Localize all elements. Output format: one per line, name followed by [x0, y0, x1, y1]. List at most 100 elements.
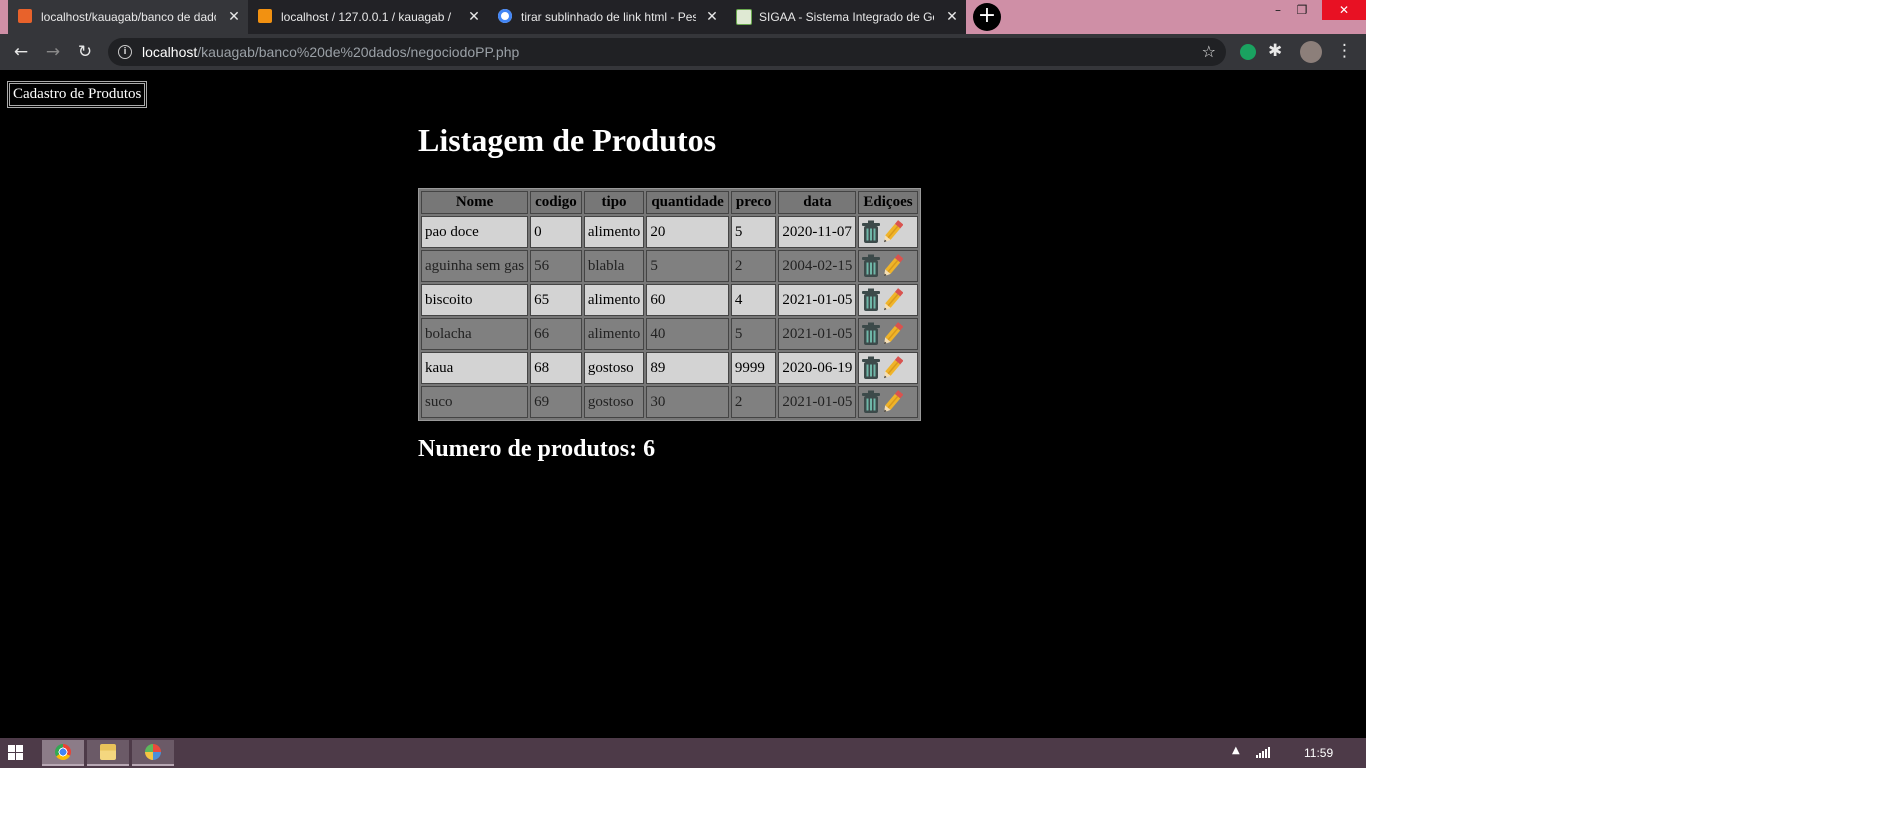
page-title: Listagem de Produtos — [418, 122, 717, 158]
trash-icon[interactable] — [861, 220, 881, 244]
cell-quantidade: 20 — [646, 216, 729, 248]
table-row: biscoito 65 alimento 60 4 2021-01-05 — [421, 284, 918, 316]
windows-start-icon[interactable] — [8, 745, 24, 761]
trash-icon[interactable] — [861, 322, 881, 346]
cell-preco: 5 — [730, 318, 777, 350]
address-bar[interactable]: i localhost/kauagab/banco%20de%20dados/n… — [108, 38, 1226, 66]
close-window-button[interactable]: ✕ — [1322, 0, 1366, 20]
cell-nome: aguinha sem gas — [421, 250, 529, 282]
trash-icon[interactable] — [861, 254, 881, 278]
cell-edicoes — [858, 284, 918, 316]
cell-preco: 2 — [730, 250, 777, 282]
column-header-tipo: tipo — [583, 191, 645, 214]
grammarly-extension-icon[interactable] — [1240, 44, 1256, 60]
cell-data: 2020-11-07 — [778, 216, 857, 248]
phpmyadmin-icon — [258, 9, 272, 23]
screen: localhost/kauagab/banco de dados ✕ local… — [0, 0, 1366, 768]
table-row: kaua 68 gostoso 89 9999 2020-06-19 — [421, 352, 918, 384]
close-tab-icon[interactable]: ✕ — [944, 8, 960, 24]
cadastro-produtos-link[interactable]: Cadastro de Produtos — [7, 81, 148, 108]
cell-nome: biscoito — [421, 284, 529, 316]
cell-quantidade: 5 — [646, 250, 729, 282]
url-text[interactable]: localhost/kauagab/banco%20de%20dados/neg… — [142, 44, 519, 60]
taskbar-clock[interactable]: 11:59 — [1304, 746, 1333, 760]
cell-tipo: gostoso — [583, 352, 645, 384]
close-tab-icon[interactable]: ✕ — [466, 8, 482, 24]
column-header-preco: preco — [730, 191, 777, 214]
cell-quantidade: 40 — [646, 318, 729, 350]
pencil-icon[interactable] — [881, 356, 904, 380]
close-tab-icon[interactable]: ✕ — [704, 8, 720, 24]
table-row: aguinha sem gas 56 blabla 5 2 2004-02-15 — [421, 250, 918, 282]
tab-phpmyadmin[interactable]: localhost / 127.0.0.1 / kauagab / ✕ — [248, 0, 488, 34]
back-button[interactable]: ← — [10, 41, 32, 63]
cell-tipo: alimento — [583, 318, 645, 350]
column-header-quantidade: quantidade — [646, 191, 729, 214]
url-host: localhost — [142, 44, 198, 60]
tab-title: localhost / 127.0.0.1 / kauagab / — [281, 10, 452, 24]
cell-codigo: 69 — [530, 386, 582, 418]
new-tab-button[interactable]: + — [973, 3, 1001, 31]
extensions-puzzle-icon[interactable]: ✱ — [1268, 41, 1282, 61]
pencil-icon[interactable] — [881, 220, 904, 244]
cell-quantidade: 30 — [646, 386, 729, 418]
trash-icon[interactable] — [861, 390, 881, 414]
maximize-button[interactable]: ❐ — [1280, 0, 1324, 20]
cell-tipo: blabla — [583, 250, 645, 282]
taskbar-file-explorer[interactable] — [87, 740, 129, 766]
forward-button[interactable]: → — [42, 41, 64, 63]
url-path: /kauagab/banco%20de%20dados/negociodoPP.… — [197, 44, 520, 60]
network-signal-icon[interactable] — [1256, 747, 1270, 758]
paint-icon — [145, 744, 161, 760]
google-icon — [498, 9, 512, 23]
pencil-icon[interactable] — [881, 322, 904, 346]
product-count: Numero de produtos: 6 — [418, 436, 656, 462]
tray-expand-icon[interactable]: ▲ — [1232, 745, 1240, 756]
cell-nome: pao doce — [421, 216, 529, 248]
site-info-icon[interactable]: i — [118, 45, 132, 59]
trash-icon[interactable] — [861, 288, 881, 312]
windows-taskbar: ▲ 11:59 — [0, 738, 1366, 768]
column-header-nome: Nome — [421, 191, 529, 214]
cell-codigo: 0 — [530, 216, 582, 248]
pencil-icon[interactable] — [881, 288, 904, 312]
cell-data: 2021-01-05 — [778, 284, 857, 316]
table-row: suco 69 gostoso 30 2 2021-01-05 — [421, 386, 918, 418]
trash-icon[interactable] — [861, 356, 881, 380]
cell-codigo: 56 — [530, 250, 582, 282]
column-header-codigo: codigo — [530, 191, 582, 214]
tab-title: SIGAA - Sistema Integrado de Gestão — [759, 10, 934, 24]
page-content: Cadastro de Produtos Listagem de Produto… — [0, 70, 1366, 738]
tab-sigaa[interactable]: SIGAA - Sistema Integrado de Gestão ✕ — [726, 0, 966, 34]
taskbar-chrome[interactable] — [42, 740, 84, 766]
table-header-row: Nome codigo tipo quantidade preco data E… — [421, 191, 918, 214]
cell-data: 2021-01-05 — [778, 318, 857, 350]
tab-xampp[interactable]: localhost/kauagab/banco de dados ✕ — [8, 0, 248, 34]
cell-data: 2004-02-15 — [778, 250, 857, 282]
cadastro-produtos-label[interactable]: Cadastro de Produtos — [9, 83, 146, 106]
profile-avatar[interactable] — [1300, 41, 1322, 63]
cell-preco: 5 — [730, 216, 777, 248]
cell-codigo: 65 — [530, 284, 582, 316]
bookmark-star-icon[interactable]: ☆ — [1202, 42, 1216, 61]
cell-tipo: alimento — [583, 284, 645, 316]
browser-toolbar: ← → ↻ i localhost/kauagab/banco%20de%20d… — [0, 34, 1366, 70]
cell-quantidade: 89 — [646, 352, 729, 384]
reload-button[interactable]: ↻ — [74, 41, 96, 63]
cell-codigo: 68 — [530, 352, 582, 384]
pencil-icon[interactable] — [881, 390, 904, 414]
taskbar-paint[interactable] — [132, 740, 174, 766]
tab-google-search[interactable]: tirar sublinhado de link html - Pesquisa… — [488, 0, 726, 34]
cell-tipo: alimento — [583, 216, 645, 248]
cell-codigo: 66 — [530, 318, 582, 350]
sigaa-icon — [736, 9, 752, 25]
tab-title: tirar sublinhado de link html - Pesquisa… — [521, 10, 696, 24]
cell-edicoes — [858, 250, 918, 282]
browser-menu-icon[interactable]: ⋮ — [1336, 41, 1353, 61]
close-tab-icon[interactable]: ✕ — [226, 8, 242, 24]
table-row: pao doce 0 alimento 20 5 2020-11-07 — [421, 216, 918, 248]
browser-tab-strip: localhost/kauagab/banco de dados ✕ local… — [0, 0, 1366, 34]
cell-preco: 4 — [730, 284, 777, 316]
pencil-icon[interactable] — [881, 254, 904, 278]
cell-edicoes — [858, 352, 918, 384]
